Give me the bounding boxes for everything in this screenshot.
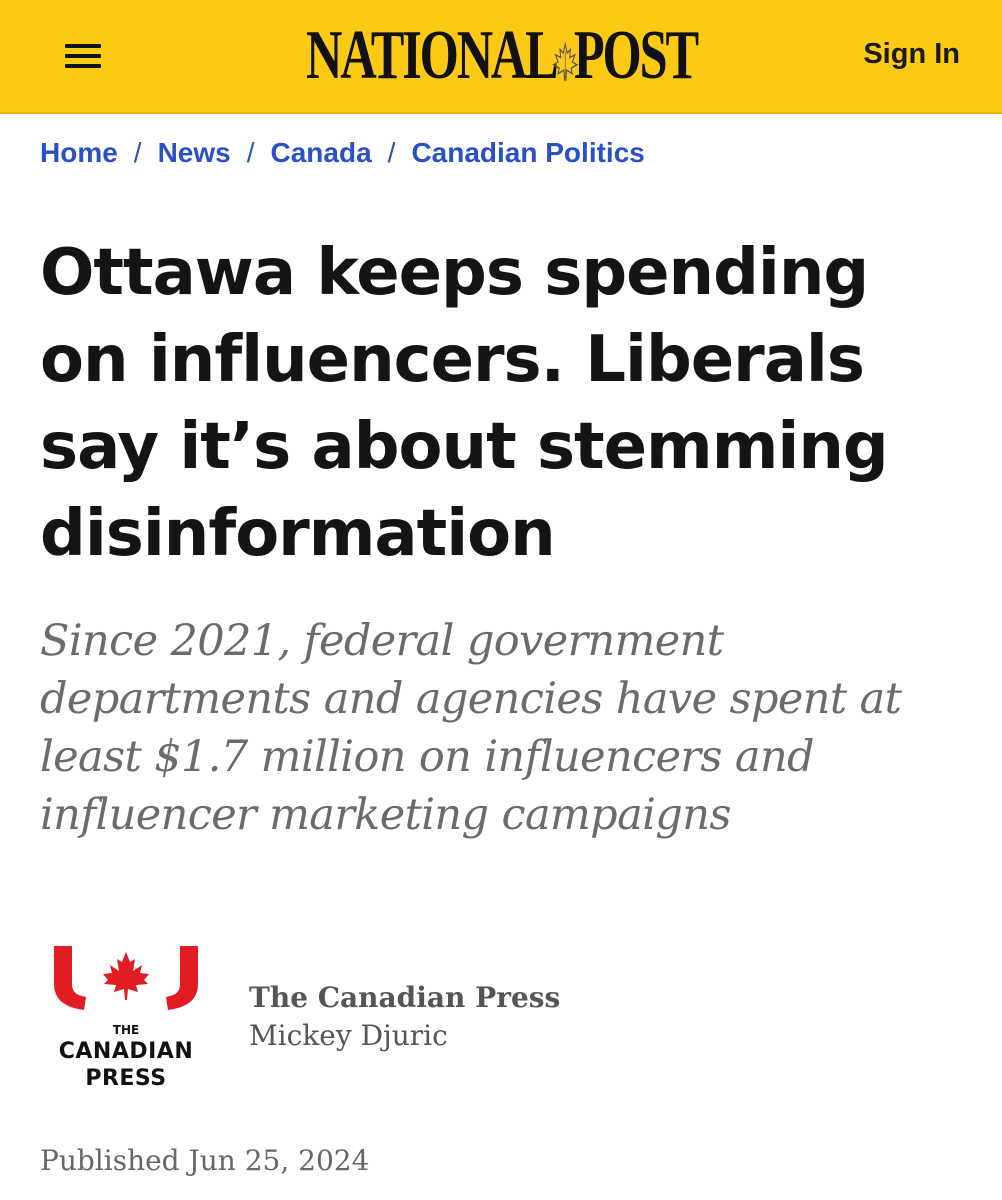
canadian-press-maple-leaf-icon <box>54 946 198 1010</box>
breadcrumb: Home / News / Canada / Canadian Politics <box>40 133 645 173</box>
breadcrumb-separator: / <box>246 137 255 168</box>
byline-organization[interactable]: The Canadian Press <box>249 980 560 1016</box>
maple-leaf-icon <box>551 42 578 81</box>
logo-line-the: THE <box>112 1023 140 1037</box>
breadcrumb-separator: / <box>387 137 396 168</box>
breadcrumb-canada[interactable]: Canada <box>271 137 372 168</box>
logo-line-press: PRESS <box>85 1066 167 1091</box>
sign-in-button[interactable]: Sign In <box>863 36 960 72</box>
site-logo[interactable]: NATIONAL POST <box>240 16 762 96</box>
published-date: Published Jun 25, 2024 <box>40 1144 370 1177</box>
site-header: NATIONAL POST Sign In <box>0 0 1002 114</box>
canadian-press-logo-text: THE CANADIAN PRESS <box>46 1022 206 1092</box>
article-headline: Ottawa keeps spending on influencers. Li… <box>40 236 889 571</box>
breadcrumb-home[interactable]: Home <box>40 137 118 168</box>
logo-line-canadian: CANADIAN <box>58 1039 194 1064</box>
logo-text-post: POST <box>573 17 698 94</box>
breadcrumb-separator: / <box>133 137 142 168</box>
article-deck: Since 2021, federal government departmen… <box>40 616 902 840</box>
canadian-press-logo[interactable]: THE CANADIAN PRESS <box>46 944 206 1094</box>
breadcrumb-news[interactable]: News <box>158 137 231 168</box>
hamburger-menu-icon[interactable] <box>60 38 106 74</box>
breadcrumb-canadian-politics[interactable]: Canadian Politics <box>411 137 644 168</box>
byline-author[interactable]: Mickey Djuric <box>249 1018 448 1054</box>
logo-text-national: NATIONAL <box>305 17 559 94</box>
